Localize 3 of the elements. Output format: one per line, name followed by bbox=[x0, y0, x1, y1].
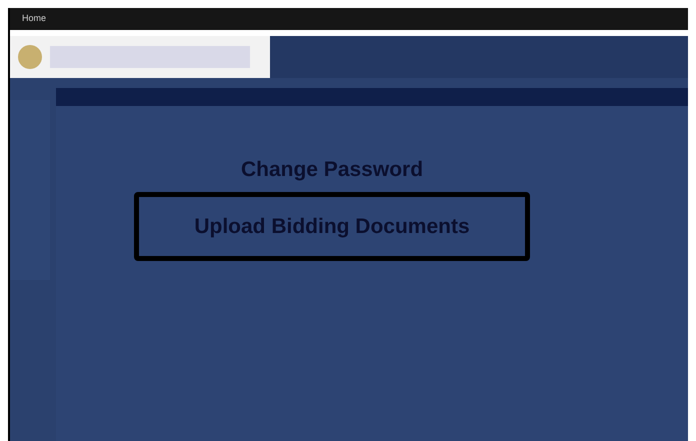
menu-link[interactable]: Upload Bidding Documents bbox=[194, 214, 470, 238]
home-title: Home bbox=[22, 12, 46, 26]
menu-link[interactable]: Change Password bbox=[240, 158, 424, 181]
